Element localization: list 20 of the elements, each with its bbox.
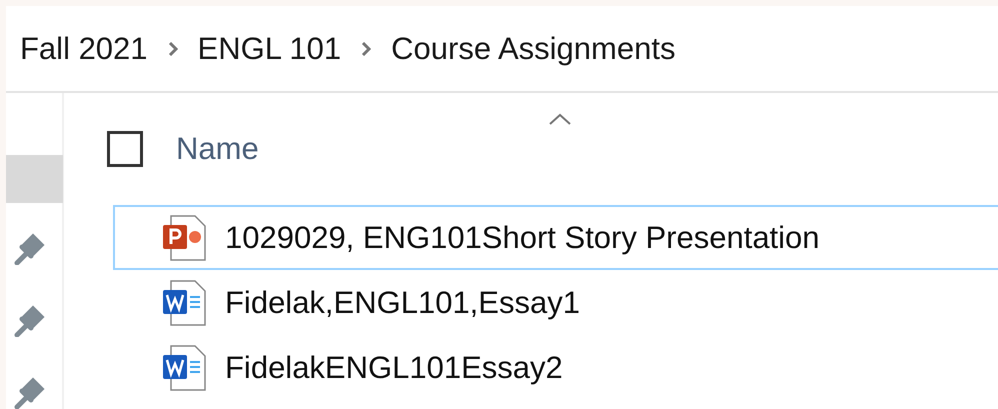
breadcrumb-item[interactable]: ENGL 101 — [198, 30, 342, 66]
file-row[interactable]: FidelakENGL101Essay2 — [113, 335, 998, 400]
presentation-file-icon — [163, 214, 207, 260]
file-name: Fidelak,ENGL101,Essay1 — [225, 284, 580, 320]
chevron-right-icon — [361, 42, 372, 56]
pin-icon — [13, 233, 45, 265]
sort-caret-icon — [549, 113, 571, 125]
file-row[interactable]: Fidelak,ENGL101,Essay1 — [113, 270, 998, 335]
document-file-icon — [163, 280, 207, 326]
document-file-icon — [163, 344, 207, 390]
select-all-checkbox[interactable] — [107, 131, 143, 167]
name-column-header[interactable]: Name — [176, 131, 259, 167]
breadcrumb-item[interactable]: Fall 2021 — [20, 30, 148, 66]
pin-icon — [13, 377, 45, 409]
breadcrumb-item[interactable]: Course Assignments — [391, 30, 676, 66]
chevron-right-icon — [168, 42, 178, 56]
file-row[interactable]: 1029029, ENG101Short Story Presentation — [113, 205, 998, 270]
pin-icon — [13, 305, 45, 337]
file-name: 1029029, ENG101Short Story Presentation — [225, 220, 820, 256]
file-name: FidelakENGL101Essay2 — [225, 350, 563, 386]
